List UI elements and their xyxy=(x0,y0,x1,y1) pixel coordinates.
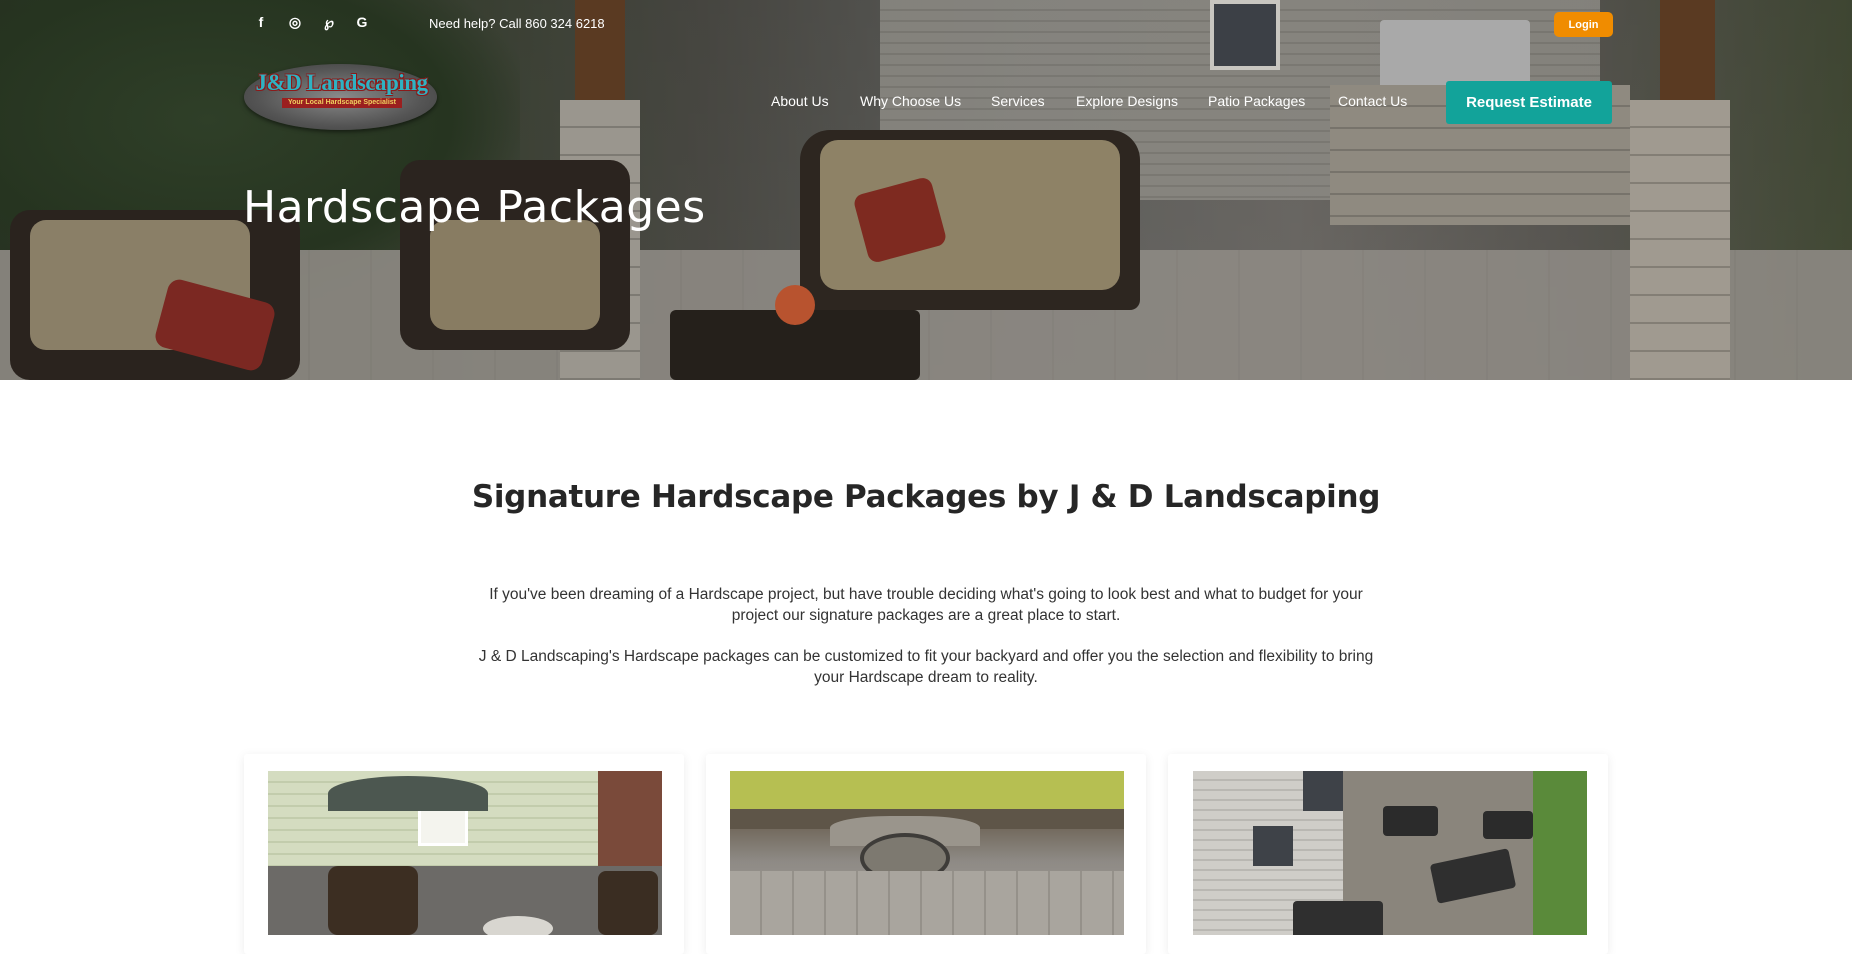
hero-chair-cushion xyxy=(430,220,600,330)
hero-grill xyxy=(1380,20,1530,90)
logo-tagline: Your Local Hardscape Specialist xyxy=(282,98,402,108)
intro-paragraph: J & D Landscaping's Hardscape packages c… xyxy=(478,648,1374,686)
intro-paragraph: If you've been dreaming of a Hardscape p… xyxy=(489,586,1363,624)
hero-vase xyxy=(775,285,815,325)
nav-patio-packages[interactable]: Patio Packages xyxy=(1208,93,1305,109)
package-image[interactable] xyxy=(268,771,662,935)
google-icon[interactable]: G xyxy=(353,13,371,31)
instagram-icon[interactable]: ◎ xyxy=(286,13,304,31)
nav-explore-designs[interactable]: Explore Designs xyxy=(1076,93,1178,109)
help-phone-text[interactable]: Need help? Call 860 324 6218 xyxy=(429,16,605,31)
facebook-icon[interactable]: f xyxy=(252,13,270,31)
login-button[interactable]: Login xyxy=(1554,12,1613,37)
package-image[interactable] xyxy=(1193,771,1587,935)
hero-window xyxy=(1210,0,1280,70)
hero-pillar-right xyxy=(1630,100,1730,380)
request-estimate-button[interactable]: Request Estimate xyxy=(1446,81,1612,124)
nav-about-us[interactable]: About Us xyxy=(771,93,829,109)
nav-why-choose-us[interactable]: Why Choose Us xyxy=(860,93,961,109)
package-image[interactable] xyxy=(730,771,1124,935)
logo-name: J&D Landscaping xyxy=(255,70,428,95)
pinterest-icon[interactable]: ℘ xyxy=(320,13,338,31)
nav-services[interactable]: Services xyxy=(991,93,1045,109)
page-title: Hardscape Packages xyxy=(243,182,706,233)
hero-beam-right xyxy=(1660,0,1715,110)
section-heading: Signature Hardscape Packages by J & D La… xyxy=(471,479,1381,515)
nav-contact-us[interactable]: Contact Us xyxy=(1338,93,1407,109)
